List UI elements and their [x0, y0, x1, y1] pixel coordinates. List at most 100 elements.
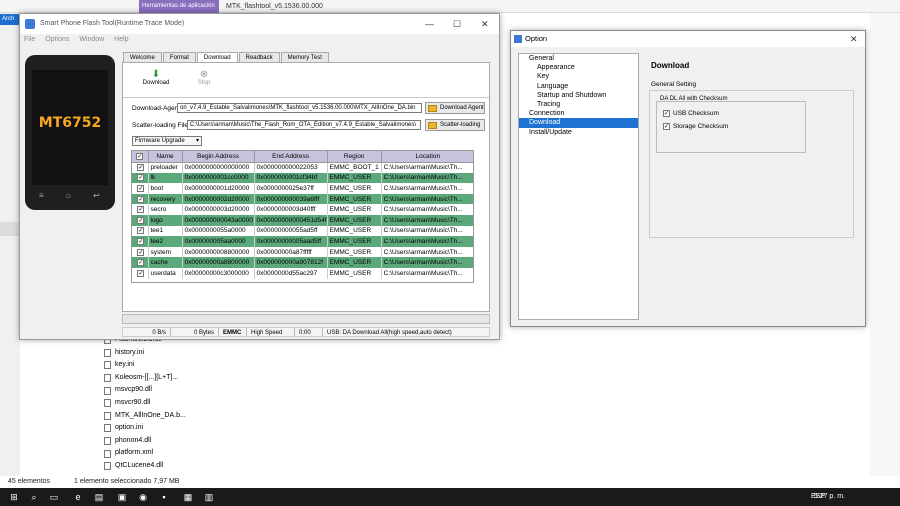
- search-icon[interactable]: ⌕: [28, 491, 40, 503]
- row-checkbox[interactable]: ✓: [137, 259, 145, 267]
- flashtool-icon[interactable]: ▦: [182, 491, 194, 503]
- file-item[interactable]: MTK_AllInOne_DA.b...: [104, 410, 224, 423]
- row-checkbox[interactable]: ✓: [137, 195, 145, 203]
- col-name[interactable]: Name: [148, 151, 183, 163]
- menu-file[interactable]: File: [24, 36, 35, 43]
- table-row[interactable]: ✓ preloader 0x0000000000000000 0x0000000000…: [132, 162, 473, 173]
- table-row[interactable]: ✓ cache 0x00000000a8800000 0x000000000a9078…: [132, 257, 473, 268]
- file-item[interactable]: msvcp90.dll: [104, 384, 224, 397]
- tab-readback[interactable]: Readback: [238, 52, 280, 62]
- row-check-cell[interactable]: ✓: [132, 225, 149, 237]
- col-location[interactable]: Location: [381, 151, 473, 163]
- file-item[interactable]: phonon4.dll: [104, 435, 224, 448]
- file-item[interactable]: platform.xml: [104, 447, 224, 460]
- row-checkbox[interactable]: ✓: [137, 184, 145, 192]
- download-agent-field[interactable]: on_v7.4.9_Estable_Salvalimones\MTK_flash…: [177, 103, 422, 113]
- file-item[interactable]: Koleosm-[[...][L+T]...: [104, 372, 224, 385]
- col-begin[interactable]: Begin Address: [182, 151, 255, 163]
- option-app-icon[interactable]: ▥: [203, 491, 215, 503]
- row-checkbox[interactable]: ✓: [137, 248, 145, 256]
- row-check-cell[interactable]: ✓: [132, 204, 149, 215]
- scatter-loading-button[interactable]: Scatter-loading: [425, 119, 485, 131]
- file-item[interactable]: history.ini: [104, 347, 224, 360]
- row-check-cell[interactable]: ✓: [132, 246, 149, 258]
- table-row[interactable]: ✓ logo 0x000000000043a0000 0x00000000000451…: [132, 214, 473, 226]
- chrome-icon[interactable]: ◉: [137, 491, 149, 503]
- archive-tab[interactable]: Arch: [0, 14, 20, 25]
- tab-format[interactable]: Format: [162, 52, 196, 62]
- table-row[interactable]: ✓ recovery 0x0000000002d20000 0x00000000003…: [132, 193, 473, 205]
- menu-window[interactable]: Window: [79, 36, 104, 43]
- file-item[interactable]: msvcr90.dll: [104, 397, 224, 410]
- col-end[interactable]: End Address: [254, 151, 328, 163]
- cell-begin: 0x0000000001cc0000: [182, 172, 255, 184]
- tree-item-language[interactable]: Language: [519, 82, 638, 91]
- tab-memory-test[interactable]: Memory Test: [280, 52, 329, 62]
- row-check-cell[interactable]: ✓: [132, 236, 149, 247]
- clock[interactable]: 5:27 p. m.: [814, 488, 845, 506]
- table-row[interactable]: ✓ system 0x0000000008800000 0x00000000a87ff…: [132, 246, 473, 258]
- row-checkbox[interactable]: ✓: [137, 174, 145, 182]
- scatter-field[interactable]: C:\Users\arman\Music\The_Flash_Rom_OTA_E…: [187, 120, 421, 130]
- row-checkbox[interactable]: ✓: [137, 216, 145, 224]
- minimize-icon[interactable]: —: [425, 14, 434, 34]
- close-icon[interactable]: ✕: [850, 31, 858, 47]
- stop-button[interactable]: ⊗ Stop: [189, 69, 219, 86]
- row-checkbox[interactable]: ✓: [137, 206, 145, 214]
- row-checkbox[interactable]: ✓: [137, 269, 145, 277]
- storage-checksum-option[interactable]: ✓ Storage Checksum: [663, 123, 728, 130]
- app-icon[interactable]: ▪: [158, 491, 170, 503]
- tree-item-connection[interactable]: Connection: [519, 109, 638, 118]
- row-checkbox[interactable]: ✓: [137, 237, 145, 245]
- edge-icon[interactable]: e: [72, 491, 84, 503]
- file-item[interactable]: QtCLucene4.dll: [104, 460, 224, 473]
- download-button[interactable]: ⬇ Download: [141, 69, 171, 86]
- row-check-cell[interactable]: ✓: [132, 172, 149, 184]
- col-region[interactable]: Region: [327, 151, 382, 163]
- table-row[interactable]: ✓ tee1 0x0000000055a0000 0x00000000055ad5ff…: [132, 225, 473, 237]
- maximize-icon[interactable]: ☐: [453, 14, 461, 34]
- row-check-cell[interactable]: ✓: [132, 193, 149, 205]
- file-item[interactable]: key.ini: [104, 359, 224, 372]
- store-icon[interactable]: ▣: [116, 491, 128, 503]
- select-all-header[interactable]: ✓: [132, 151, 149, 163]
- menu-help[interactable]: Help: [114, 36, 128, 43]
- task-view-icon[interactable]: ▭: [48, 491, 60, 503]
- table-row[interactable]: ✓ lk 0x0000000001cc0000 0x0000000001cf34bf E…: [132, 172, 473, 184]
- storage-checksum-checkbox[interactable]: ✓: [663, 123, 670, 130]
- tree-item-appearance[interactable]: Appearance: [519, 63, 638, 72]
- table-row[interactable]: ✓ tee2 0x000000005aa0000 0x00000000005aad5f…: [132, 236, 473, 247]
- usb-checksum-option[interactable]: ✓ USB Checksum: [663, 110, 719, 117]
- file-name: msvcp90.dll: [115, 386, 152, 394]
- download-agent-button[interactable]: Download Agent: [425, 102, 485, 114]
- row-check-cell[interactable]: ✓: [132, 183, 149, 194]
- tree-item-key[interactable]: Key: [519, 72, 638, 81]
- row-check-cell[interactable]: ✓: [132, 162, 149, 173]
- usb-checksum-checkbox[interactable]: ✓: [663, 110, 670, 117]
- tree-item-install-update[interactable]: Install/Update: [519, 128, 638, 137]
- table-row[interactable]: ✓ userdata 0x00000000c3000000 0x0000000d55a…: [132, 267, 473, 279]
- tree-item-startup-and-shutdown[interactable]: Startup and Shutdown: [519, 91, 638, 100]
- table-row[interactable]: ✓ secro 0x0000000003d20000 0x0000000003d40f…: [132, 204, 473, 215]
- ribbon-tab-app-tools[interactable]: Herramientas de aplicación: [139, 0, 219, 13]
- select-all-checkbox[interactable]: ✓: [136, 152, 144, 160]
- table-row[interactable]: ✓ boot 0x0000000001d20000 0x0000000025e37ff…: [132, 183, 473, 194]
- tab-welcome[interactable]: Welcome: [123, 52, 162, 62]
- flash-tool-titlebar[interactable]: Smart Phone Flash Tool(Runtime Trace Mod…: [20, 14, 499, 34]
- menu-options[interactable]: Options: [45, 36, 69, 43]
- file-explorer-icon[interactable]: ▤: [93, 491, 105, 503]
- tab-download[interactable]: Download: [196, 52, 238, 62]
- tree-item-general[interactable]: General: [519, 54, 638, 63]
- close-icon[interactable]: ✕: [481, 14, 489, 34]
- tree-item-tracing[interactable]: Tracing: [519, 100, 638, 109]
- row-check-cell[interactable]: ✓: [132, 267, 149, 279]
- row-check-cell[interactable]: ✓: [132, 257, 149, 268]
- mode-select[interactable]: Firmware Upgrade ▾: [132, 136, 202, 146]
- option-titlebar[interactable]: Option ✕: [511, 31, 865, 47]
- tree-item-download[interactable]: Download: [519, 118, 638, 128]
- row-checkbox[interactable]: ✓: [137, 164, 145, 172]
- row-check-cell[interactable]: ✓: [132, 214, 149, 226]
- start-icon[interactable]: ⊞: [8, 491, 20, 503]
- file-item[interactable]: option.ini: [104, 422, 224, 435]
- row-checkbox[interactable]: ✓: [137, 227, 145, 235]
